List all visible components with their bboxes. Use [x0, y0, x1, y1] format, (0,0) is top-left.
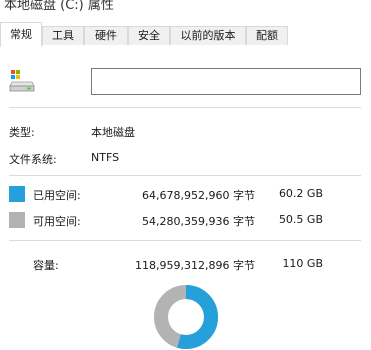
- capacity-bytes: 118,959,312,896 字节: [135, 259, 255, 272]
- type-label: 类型:: [9, 126, 35, 139]
- window-title: 本地磁盘 (C:) 属性: [4, 0, 114, 13]
- tab-security[interactable]: 安全: [128, 26, 170, 45]
- free-space-bytes: 54,280,359,936 字节: [142, 215, 255, 228]
- tab-general[interactable]: 常规: [0, 22, 42, 47]
- used-space-bytes: 64,678,952,960 字节: [142, 189, 255, 202]
- filesystem-value: NTFS: [91, 151, 120, 164]
- free-space-label: 可用空间:: [33, 215, 81, 228]
- used-space-label: 已用空间:: [33, 189, 81, 202]
- drive-icon: [9, 70, 35, 92]
- divider: [9, 107, 361, 108]
- used-space-size: 60.2 GB: [278, 187, 323, 200]
- tab-quota[interactable]: 配额: [246, 26, 288, 45]
- used-space-swatch: [9, 186, 25, 202]
- drive-name-input[interactable]: [91, 68, 361, 95]
- general-panel: 类型: 本地磁盘 文件系统: NTFS 已用空间: 64,678,952,960…: [0, 46, 371, 349]
- tab-strip: 常规 工具 硬件 安全 以前的版本 配额: [0, 22, 371, 47]
- tab-tools[interactable]: 工具: [42, 26, 84, 45]
- filesystem-label: 文件系统:: [9, 153, 57, 166]
- title-bar: 本地磁盘 (C:) 属性: [0, 0, 371, 22]
- capacity-size: 110 GB: [282, 257, 323, 270]
- tab-previous-versions[interactable]: 以前的版本: [170, 26, 246, 45]
- divider: [9, 175, 361, 176]
- free-space-size: 50.5 GB: [278, 213, 323, 226]
- type-value: 本地磁盘: [91, 126, 135, 139]
- tab-hardware[interactable]: 硬件: [84, 26, 128, 45]
- free-space-swatch: [9, 212, 25, 228]
- usage-donut-chart: [154, 285, 218, 349]
- capacity-label: 容量:: [33, 259, 59, 272]
- divider: [9, 240, 361, 241]
